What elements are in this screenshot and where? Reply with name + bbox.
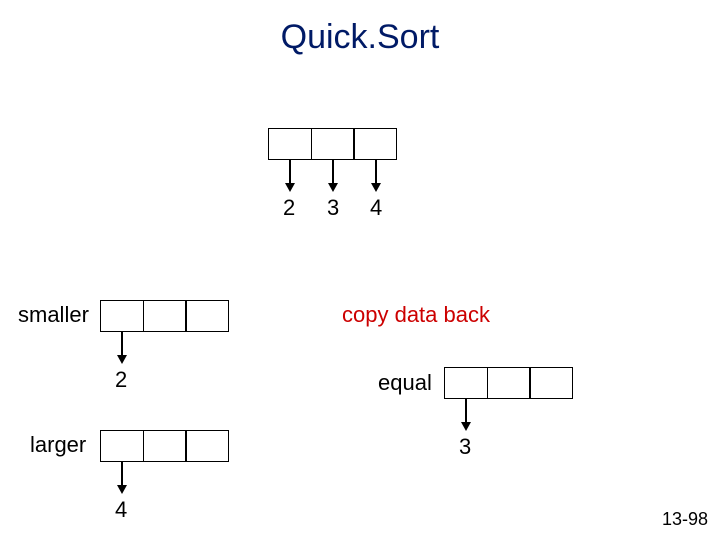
page-title: Quick.Sort — [0, 18, 720, 57]
top-cell-1 — [268, 128, 312, 160]
top-num-1: 2 — [283, 195, 295, 221]
equal-array — [444, 367, 573, 399]
larger-cell-3 — [185, 430, 229, 462]
top-cell-2 — [311, 128, 355, 160]
top-num-3: 4 — [370, 195, 382, 221]
equal-cell-2 — [487, 367, 531, 399]
label-equal: equal — [378, 370, 432, 396]
larger-cell-2 — [143, 430, 187, 462]
top-num-2: 3 — [327, 195, 339, 221]
page-number: 13-98 — [662, 509, 708, 530]
label-larger: larger — [30, 432, 86, 458]
smaller-cell-2 — [143, 300, 187, 332]
top-array — [268, 128, 397, 160]
larger-array — [100, 430, 229, 462]
equal-num: 3 — [459, 434, 471, 460]
copy-data-back: copy data back — [342, 302, 490, 328]
smaller-array — [100, 300, 229, 332]
smaller-cell-1 — [100, 300, 144, 332]
smaller-num: 2 — [115, 367, 127, 393]
smaller-cell-3 — [185, 300, 229, 332]
larger-num: 4 — [115, 497, 127, 523]
equal-cell-1 — [444, 367, 488, 399]
label-smaller: smaller — [18, 302, 89, 328]
top-cell-3 — [353, 128, 397, 160]
larger-cell-1 — [100, 430, 144, 462]
equal-cell-3 — [529, 367, 573, 399]
